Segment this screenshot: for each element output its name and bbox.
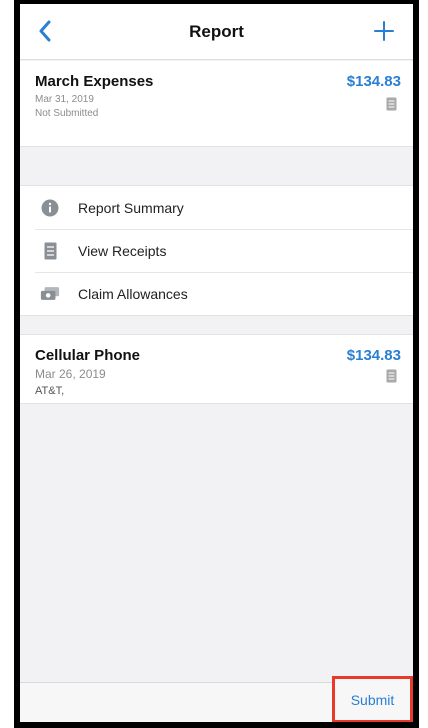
nav-bar: Report bbox=[20, 4, 413, 60]
expense-date: Mar 26, 2019 bbox=[35, 367, 106, 381]
expense-name: Cellular Phone bbox=[35, 347, 141, 364]
allowance-icon bbox=[40, 284, 60, 304]
menu-item-claim-allowances[interactable]: Claim Allowances bbox=[20, 272, 413, 315]
report-header[interactable]: March Expenses Mar 31, 2019 Not Submitte… bbox=[20, 61, 413, 147]
receipt-icon bbox=[386, 369, 397, 383]
bottom-toolbar: Submit bbox=[20, 676, 413, 722]
report-status: Not Submitted bbox=[35, 108, 99, 119]
report-amount: $134.83 bbox=[346, 73, 401, 90]
expense-vendor: AT&T, bbox=[35, 385, 65, 397]
page-title: Report bbox=[189, 22, 244, 41]
plus-icon bbox=[374, 21, 394, 41]
menu-item-label: View Receipts bbox=[78, 242, 167, 259]
menu-item-label: Claim Allowances bbox=[78, 285, 188, 302]
report-menu: Report Summary View Receipts Claim Allow… bbox=[20, 185, 413, 316]
report-date: Mar 31, 2019 bbox=[35, 94, 94, 105]
submit-button[interactable]: Submit bbox=[332, 676, 413, 722]
expense-item[interactable]: Cellular Phone Mar 26, 2019 AT&T, $134.8… bbox=[20, 334, 413, 404]
receipt-icon bbox=[40, 241, 60, 261]
menu-item-label: Report Summary bbox=[78, 199, 184, 216]
info-icon bbox=[40, 198, 60, 218]
menu-item-report-summary[interactable]: Report Summary bbox=[20, 186, 413, 229]
receipt-icon bbox=[386, 97, 397, 111]
expense-amount: $134.83 bbox=[346, 347, 401, 364]
report-name: March Expenses bbox=[35, 73, 154, 90]
menu-item-view-receipts[interactable]: View Receipts bbox=[20, 229, 413, 272]
add-button[interactable] bbox=[369, 16, 399, 46]
device-frame: Report March Expenses Mar 31, 2019 Not S… bbox=[14, 0, 419, 728]
app-screen: Report March Expenses Mar 31, 2019 Not S… bbox=[20, 4, 413, 722]
